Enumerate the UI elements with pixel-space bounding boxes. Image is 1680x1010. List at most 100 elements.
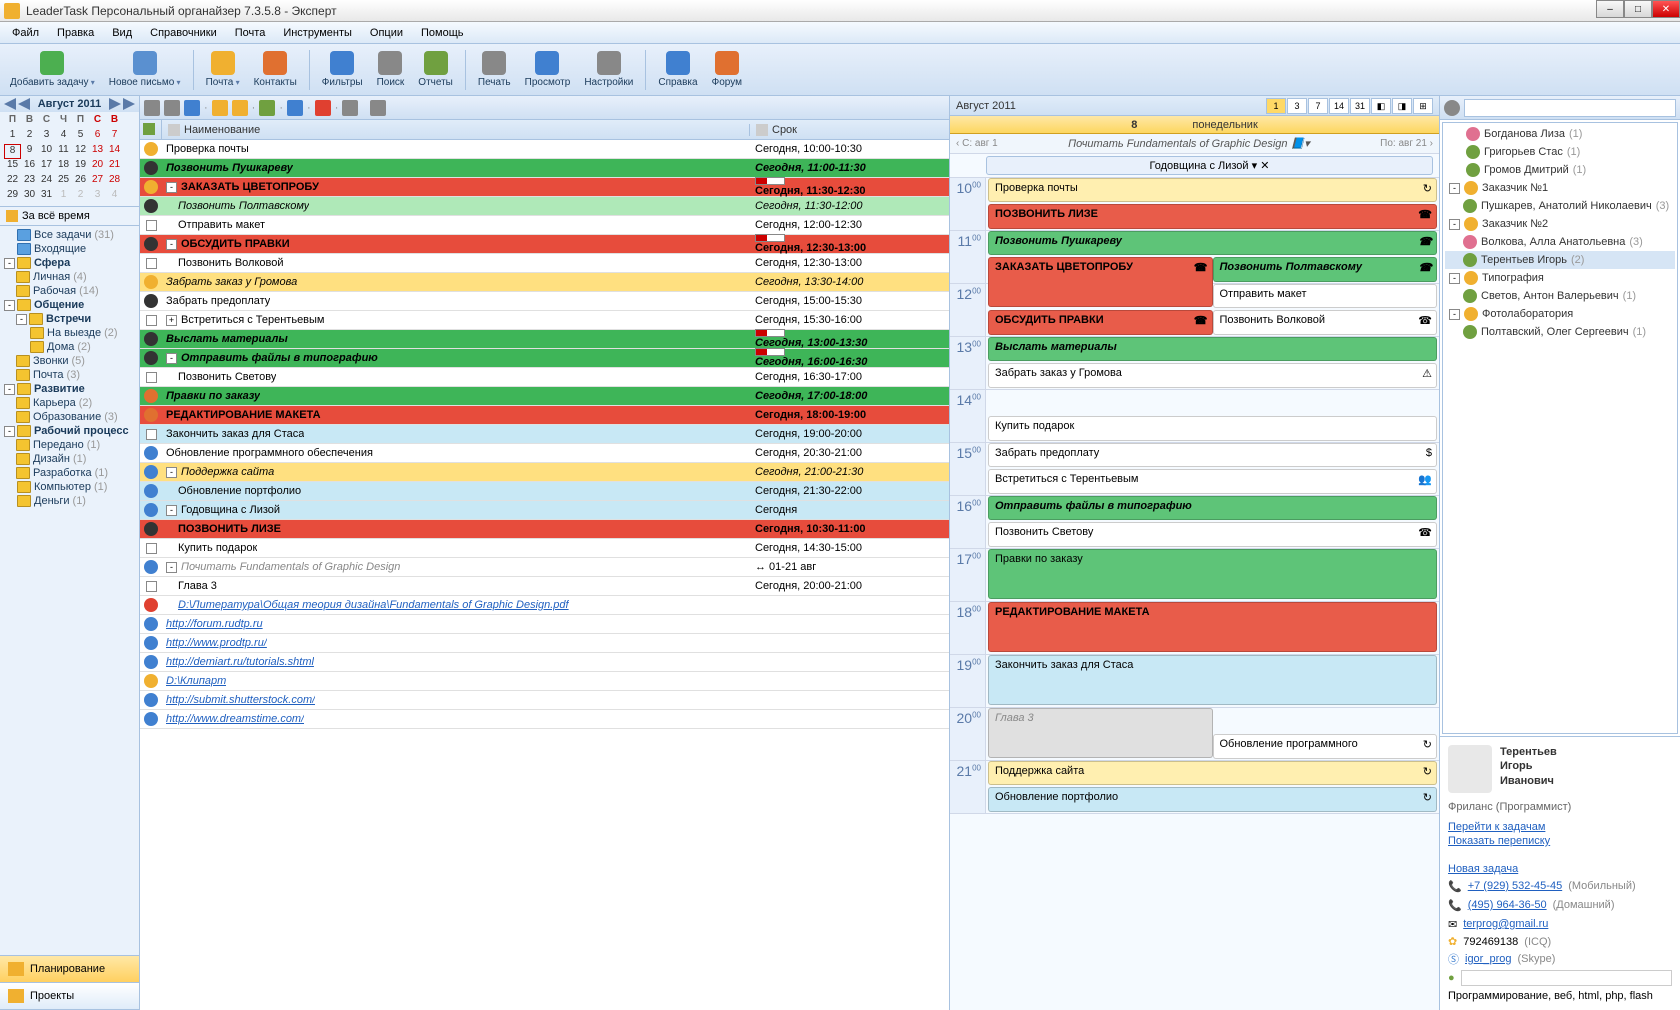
task-name[interactable]: http://forum.rudtp.ru xyxy=(166,618,263,630)
task-row[interactable]: Купить подарокСегодня, 14:30-15:00 xyxy=(140,539,949,558)
menu-Правка[interactable]: Правка xyxy=(49,25,102,41)
cal-day[interactable]: 29 xyxy=(4,189,21,204)
cal-event[interactable]: Позвонить Пушкареву☎ xyxy=(988,231,1437,255)
cal-day[interactable]: 9 xyxy=(21,144,38,159)
task-row[interactable]: РЕДАКТИРОВАНИЕ МАКЕТАСегодня, 18:00-19:0… xyxy=(140,406,949,425)
cal-day[interactable]: 28 xyxy=(106,174,123,189)
hour-slot[interactable]: Забрать предоплату$Встретиться с Теренть… xyxy=(986,443,1439,495)
view-opt[interactable]: ◧ xyxy=(1371,98,1391,114)
cal-prev-year[interactable] xyxy=(4,98,16,110)
cal-day[interactable]: 13 xyxy=(89,144,106,159)
minimize-button[interactable]: – xyxy=(1596,0,1624,18)
tree-Развитие[interactable]: -Развитие xyxy=(2,382,137,396)
status-input[interactable] xyxy=(1461,970,1672,986)
task-row[interactable]: Позвонить ПушкаревуСегодня, 11:00-11:30 xyxy=(140,159,949,178)
cal-day[interactable]: 17 xyxy=(38,159,55,174)
flag-filter-icon[interactable] xyxy=(315,100,331,116)
nav-fwd-icon[interactable] xyxy=(164,100,180,116)
task-name[interactable]: http://demiart.ru/tutorials.shtml xyxy=(166,656,314,668)
tree-Рабочий процесс[interactable]: -Рабочий процесс xyxy=(2,424,137,438)
clear-filter-icon[interactable] xyxy=(342,100,358,116)
link-tasks[interactable]: Перейти к задачам xyxy=(1448,821,1672,833)
hour-slot[interactable]: Глава 3Обновление программного↻ xyxy=(986,708,1439,760)
task-row[interactable]: Забрать заказ у ГромоваСегодня, 13:30-14… xyxy=(140,273,949,292)
task-row[interactable]: Позвонить ПолтавскомуСегодня, 11:30-12:0… xyxy=(140,197,949,216)
cal-next-year[interactable] xyxy=(123,98,135,110)
task-row[interactable]: D:\Клипарт xyxy=(140,672,949,691)
phone-home[interactable]: (495) 964-36-50 xyxy=(1468,899,1547,911)
expand-icon[interactable] xyxy=(370,100,386,116)
cal-event[interactable]: Правки по заказу xyxy=(988,549,1437,599)
task-row[interactable]: ПОЗВОНИТЬ ЛИЗЕСегодня, 10:30-11:00 xyxy=(140,520,949,539)
hour-slot[interactable]: Правки по заказу xyxy=(986,549,1439,601)
cal-day[interactable]: 26 xyxy=(72,174,89,189)
expand-icon[interactable]: - xyxy=(166,182,177,193)
cal-day[interactable]: 30 xyxy=(21,189,38,204)
task-row[interactable]: D:\Литература\Общая теория дизайна\Funda… xyxy=(140,596,949,615)
cal-day[interactable]: 7 xyxy=(106,129,123,144)
tree-Личная[interactable]: Личная(4) xyxy=(2,270,137,284)
tree-Сфера[interactable]: -Сфера xyxy=(2,256,137,270)
expand-icon[interactable]: - xyxy=(166,239,177,250)
menu-Почта[interactable]: Почта xyxy=(227,25,274,41)
cal-day[interactable]: 23 xyxy=(21,174,38,189)
task-name[interactable]: D:\Клипарт xyxy=(166,675,226,687)
tb-Контакты[interactable]: Контакты xyxy=(248,49,303,90)
tab-projects[interactable]: Проекты xyxy=(0,983,139,1010)
task-row[interactable]: -ЗАКАЗАТЬ ЦВЕТОПРОБУСегодня, 11:30-12:30 xyxy=(140,178,949,197)
tb-Новое письмо[interactable]: Новое письмо xyxy=(103,49,187,90)
view-31[interactable]: 31 xyxy=(1350,98,1370,114)
task-row[interactable]: -ОБСУДИТЬ ПРАВКИСегодня, 12:30-13:00 xyxy=(140,235,949,254)
tree-Звонки[interactable]: Звонки(5) xyxy=(2,354,137,368)
task-row[interactable]: Выслать материалыСегодня, 13:00-13:30 xyxy=(140,330,949,349)
tree-Встречи[interactable]: -Встречи xyxy=(2,312,137,326)
cal-day[interactable]: 6 xyxy=(89,129,106,144)
tb-Фильтры[interactable]: Фильтры xyxy=(316,49,369,90)
folder2-icon[interactable] xyxy=(232,100,248,116)
cal-day[interactable]: 27 xyxy=(89,174,106,189)
cal-day[interactable]: 19 xyxy=(72,159,89,174)
menu-Файл[interactable]: Файл xyxy=(4,25,47,41)
cal-day[interactable]: 2 xyxy=(21,129,38,144)
tab-planning[interactable]: Планирование xyxy=(0,956,139,983)
allday-event[interactable]: Годовщина с Лизой ▾ ✕ xyxy=(986,156,1433,175)
contact-item[interactable]: Григорьев Стас(1) xyxy=(1445,143,1675,161)
cal-next-month[interactable] xyxy=(109,98,121,110)
close-button[interactable]: ✕ xyxy=(1652,0,1680,18)
cal-event[interactable]: Отправить файлы в типографию xyxy=(988,496,1437,520)
cal-event[interactable]: Купить подарок xyxy=(988,416,1437,441)
cal-day[interactable]: 18 xyxy=(55,159,72,174)
tb-Справка[interactable]: Справка xyxy=(652,49,703,90)
tree-На выезде[interactable]: На выезде(2) xyxy=(2,326,137,340)
task-name[interactable]: http://www.dreamstime.com/ xyxy=(166,713,304,725)
cal-event[interactable]: Обновление программного↻ xyxy=(1213,734,1438,759)
cal-event[interactable]: Отправить макет xyxy=(1213,284,1438,308)
hour-slot[interactable]: Выслать материалыЗабрать заказ у Громова… xyxy=(986,337,1439,389)
menu-Помощь[interactable]: Помощь xyxy=(413,25,472,41)
task-row[interactable]: -Почитать Fundamentals of Graphic Design… xyxy=(140,558,949,577)
cal-event[interactable]: Выслать материалы xyxy=(988,337,1437,361)
view-3[interactable]: 3 xyxy=(1287,98,1307,114)
menu-Вид[interactable]: Вид xyxy=(104,25,140,41)
hour-slot[interactable]: Позвонить Пушкареву☎ЗАКАЗАТЬ ЦВЕТОПРОБУ☎… xyxy=(986,231,1439,283)
link-newtask[interactable]: Новая задача xyxy=(1448,863,1672,875)
cal-event[interactable]: Обновление портфолио↻ xyxy=(988,787,1437,812)
task-row[interactable]: Позвонить СветовуСегодня, 16:30-17:00 xyxy=(140,368,949,387)
tb-Поиск[interactable]: Поиск xyxy=(371,49,411,90)
cal-day[interactable]: 4 xyxy=(55,129,72,144)
expand-icon[interactable]: - xyxy=(166,353,177,364)
cal-day[interactable]: 2 xyxy=(72,189,89,204)
tree-Рабочая[interactable]: Рабочая(14) xyxy=(2,284,137,298)
tb-Настройки[interactable]: Настройки xyxy=(578,49,639,90)
tb-Отчеты[interactable]: Отчеты xyxy=(412,49,459,90)
contact-item[interactable]: Богданова Лиза(1) xyxy=(1445,125,1675,143)
phone-mobile[interactable]: +7 (929) 532-45-45 xyxy=(1468,880,1562,892)
contact-item[interactable]: Громов Дмитрий(1) xyxy=(1445,161,1675,179)
hour-slot[interactable]: Купить подарок xyxy=(986,390,1439,442)
task-row[interactable]: http://submit.shutterstock.com/ xyxy=(140,691,949,710)
tree-Деньги[interactable]: Деньги(1) xyxy=(2,494,137,508)
tree-Передано[interactable]: Передано(1) xyxy=(2,438,137,452)
cal-day[interactable]: 31 xyxy=(38,189,55,204)
tree-Карьера[interactable]: Карьера(2) xyxy=(2,396,137,410)
date-filter-icon[interactable] xyxy=(287,100,303,116)
